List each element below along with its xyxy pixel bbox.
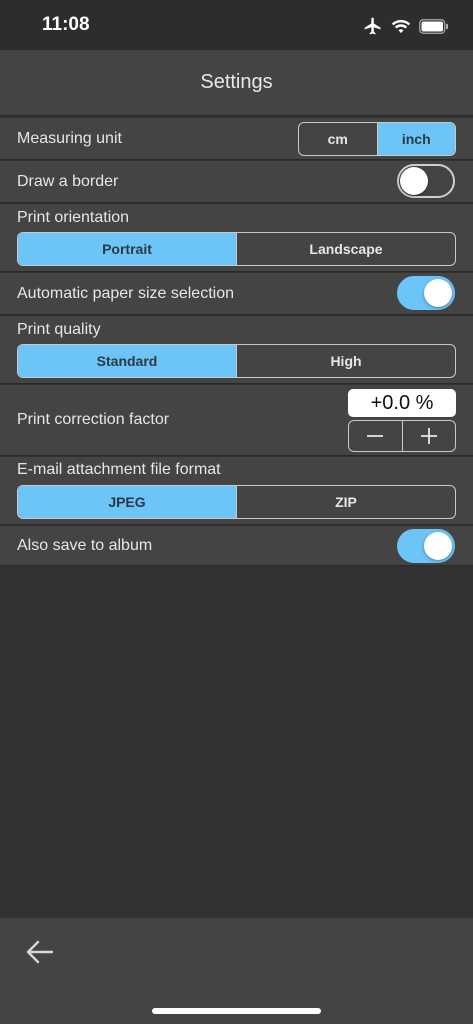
draw-border-label: Draw a border [17, 173, 119, 190]
attachment-format-row: E-mail attachment file format JPEG ZIP [0, 457, 473, 525]
bottom-toolbar [0, 918, 473, 1024]
wifi-icon [391, 19, 411, 34]
print-quality-segmented-control: Standard High [17, 344, 456, 378]
airplane-icon [364, 17, 381, 35]
increment-button[interactable] [401, 421, 456, 451]
correction-factor-row: Print correction factor +0.0 % [0, 385, 473, 456]
toggle-knob [424, 532, 452, 560]
attachment-format-segmented-control: JPEG ZIP [17, 485, 456, 519]
status-icons [363, 15, 449, 37]
segment-standard[interactable]: Standard [18, 345, 236, 377]
correction-factor-label: Print correction factor [17, 411, 170, 428]
segment-zip[interactable]: ZIP [236, 486, 455, 518]
toggle-knob [424, 279, 452, 307]
print-quality-row: Print quality Standard High [0, 316, 473, 384]
auto-paper-size-row: Automatic paper size selection [0, 273, 473, 315]
segment-high[interactable]: High [236, 345, 455, 377]
status-time: 11:08 [42, 14, 90, 35]
plus-icon [420, 428, 437, 444]
measuring-unit-segmented-control: cm inch [298, 122, 456, 156]
home-indicator [152, 1008, 321, 1014]
segment-portrait[interactable]: Portrait [18, 233, 236, 265]
minus-icon [367, 435, 384, 437]
status-bar: 11:08 [0, 0, 473, 50]
toggle-knob [400, 167, 428, 195]
print-orientation-row: Print orientation Portrait Landscape [0, 204, 473, 272]
auto-paper-size-toggle[interactable] [397, 276, 455, 310]
correction-factor-value[interactable]: +0.0 % [348, 389, 456, 417]
decrement-button[interactable] [349, 421, 402, 451]
save-to-album-toggle[interactable] [397, 529, 455, 563]
measuring-unit-label: Measuring unit [17, 130, 122, 147]
print-quality-label: Print quality [17, 321, 101, 338]
segment-inch[interactable]: inch [376, 123, 455, 155]
measuring-unit-row: Measuring unit cm inch [0, 118, 473, 160]
segment-jpeg[interactable]: JPEG [18, 486, 236, 518]
segment-cm[interactable]: cm [299, 123, 377, 155]
save-to-album-row: Also save to album [0, 526, 473, 566]
save-to-album-label: Also save to album [17, 537, 153, 554]
nav-bar: Settings [0, 50, 473, 116]
battery-icon [419, 18, 448, 34]
attachment-format-label: E-mail attachment file format [17, 461, 221, 478]
draw-border-row: Draw a border [0, 161, 473, 203]
print-orientation-segmented-control: Portrait Landscape [17, 232, 456, 266]
back-button[interactable] [22, 936, 58, 968]
page-title: Settings [200, 71, 273, 93]
segment-landscape[interactable]: Landscape [236, 233, 455, 265]
back-arrow-icon [26, 940, 54, 964]
draw-border-toggle[interactable] [397, 164, 455, 198]
auto-paper-size-label: Automatic paper size selection [17, 285, 234, 302]
correction-factor-stepper [348, 420, 456, 452]
print-orientation-label: Print orientation [17, 209, 130, 226]
